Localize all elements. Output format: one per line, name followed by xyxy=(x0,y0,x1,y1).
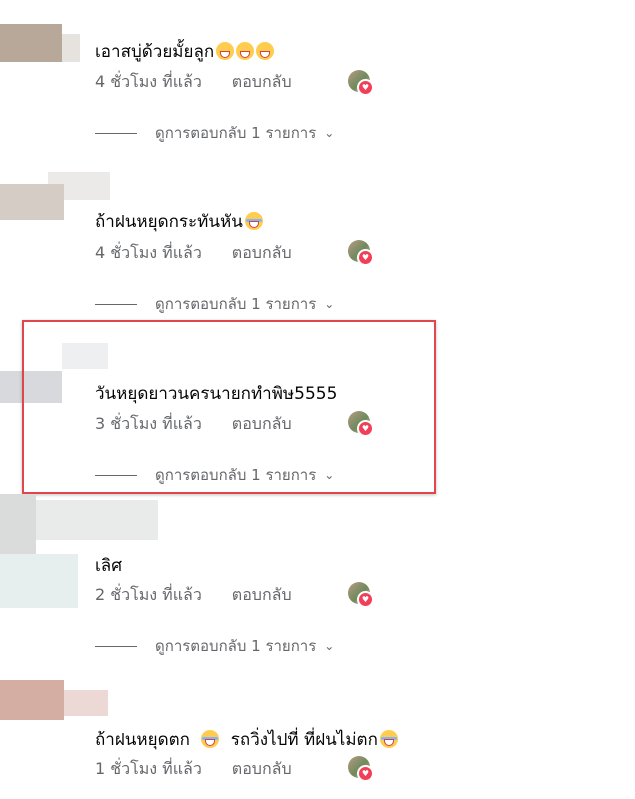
highlight-box xyxy=(22,320,436,494)
grin-emoji-icon xyxy=(216,42,235,60)
divider xyxy=(95,645,137,647)
comment-meta: 4 ชั่วโมง ที่แล้ว ตอบกลับ xyxy=(95,241,292,266)
comment-text: เลิศ xyxy=(95,556,123,576)
avatar[interactable] xyxy=(0,494,158,608)
timestamp: 1 ชั่วโมง ที่แล้ว xyxy=(95,759,202,778)
reaction-avatar[interactable]: ♥ xyxy=(348,756,374,782)
reaction-avatar[interactable]: ♥ xyxy=(348,240,374,266)
chevron-down-icon: ⌄ xyxy=(324,126,335,140)
comment-text: ถ้าฝนหยุดตก รถวิ่งไปที่ ที่ฝนไม่ตก xyxy=(95,726,398,753)
chevron-down-icon: ⌄ xyxy=(324,639,335,653)
comment-text: เอาสบู่ด้วยมั้ยลูก xyxy=(95,38,275,65)
reaction-heart-icon: ♥ xyxy=(357,249,374,266)
chevron-down-icon: ⌄ xyxy=(324,297,335,311)
reply-button[interactable]: ตอบกลับ xyxy=(232,585,292,604)
reaction-heart-icon: ♥ xyxy=(357,79,374,96)
view-replies-button[interactable]: ดูการตอบกลับ 1 รายการ ⌄ xyxy=(95,292,334,316)
reaction-avatar[interactable]: ♥ xyxy=(348,70,374,96)
view-replies-button[interactable]: ดูการตอบกลับ 1 รายการ ⌄ xyxy=(95,121,334,145)
reply-button[interactable]: ตอบกลับ xyxy=(232,243,292,262)
avatar[interactable] xyxy=(0,172,110,252)
laugh-emoji-icon xyxy=(379,730,398,748)
comment-meta: 2 ชั่วโมง ที่แล้ว ตอบกลับ xyxy=(95,583,292,608)
view-replies-button[interactable]: ดูการตอบกลับ 1 รายการ ⌄ xyxy=(95,634,334,658)
laugh-emoji-icon xyxy=(244,212,263,230)
reaction-heart-icon: ♥ xyxy=(357,591,374,608)
avatar[interactable] xyxy=(0,0,110,80)
comment-meta: 4 ชั่วโมง ที่แล้ว ตอบกลับ xyxy=(95,70,292,95)
divider xyxy=(95,303,137,305)
timestamp: 4 ชั่วโมง ที่แล้ว xyxy=(95,72,202,91)
reaction-heart-icon: ♥ xyxy=(357,765,374,782)
divider xyxy=(95,132,137,134)
comment-meta: 1 ชั่วโมง ที่แล้ว ตอบกลับ xyxy=(95,757,292,782)
comment-text: ถ้าฝนหยุดกระทันหัน xyxy=(95,208,263,235)
reply-button[interactable]: ตอบกลับ xyxy=(232,72,292,91)
timestamp: 2 ชั่วโมง ที่แล้ว xyxy=(95,585,202,604)
grin-emoji-icon xyxy=(256,42,275,60)
reaction-avatar[interactable]: ♥ xyxy=(348,582,374,608)
grin-emoji-icon xyxy=(236,42,255,60)
timestamp: 4 ชั่วโมง ที่แล้ว xyxy=(95,243,202,262)
laugh-emoji-icon xyxy=(201,730,220,748)
avatar[interactable] xyxy=(0,680,110,760)
reply-button[interactable]: ตอบกลับ xyxy=(232,759,292,778)
